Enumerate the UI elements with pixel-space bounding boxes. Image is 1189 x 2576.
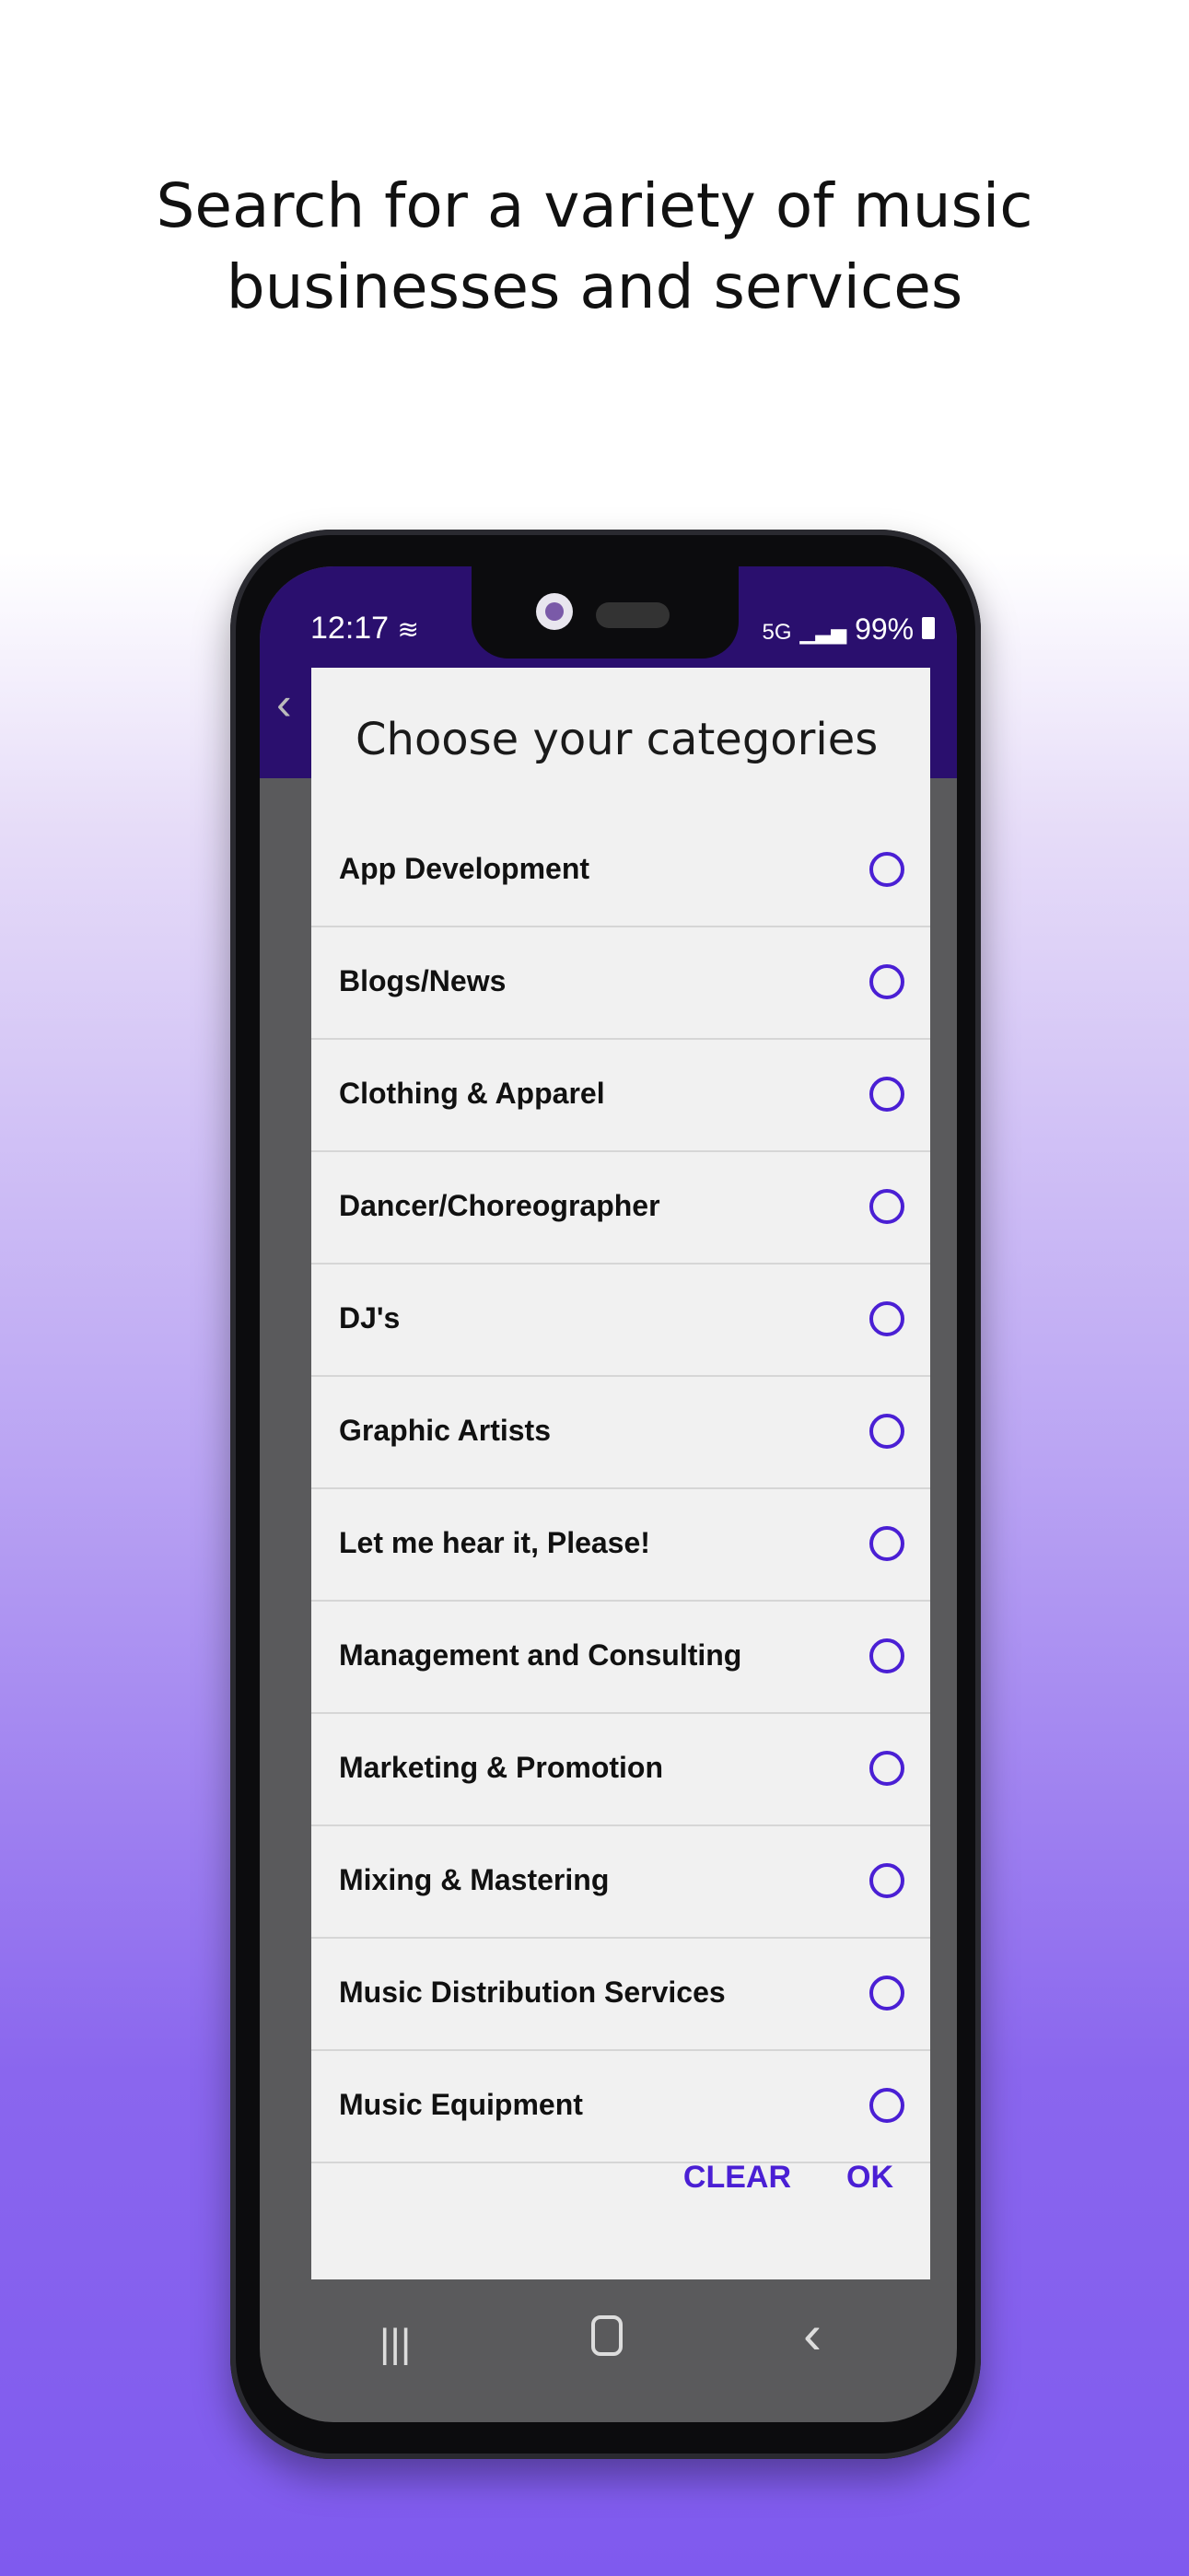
dialog-actions: CLEAR OK — [683, 2160, 893, 2196]
home-icon[interactable] — [591, 2315, 623, 2356]
radio-button[interactable] — [869, 1638, 904, 1673]
headline: Search for a variety of music businesses… — [0, 166, 1189, 328]
status-time: 12:17 — [310, 611, 390, 646]
category-label: Let me hear it, Please! — [339, 1526, 650, 1559]
status-right: 5G ▁▃▅ 99% — [762, 612, 935, 647]
category-item[interactable]: Blogs/News — [311, 927, 930, 1040]
dialog-title: Choose your categories — [356, 714, 879, 765]
camera-notch — [472, 566, 739, 659]
category-item[interactable]: App Development — [311, 815, 930, 927]
navigation-bar: ||| ‹ — [260, 2284, 957, 2422]
category-item[interactable]: Clothing & Apparel — [311, 1040, 930, 1152]
radio-button[interactable] — [869, 1526, 904, 1561]
wifi-icon: ≋ — [397, 615, 420, 644]
category-list: App Development Blogs/News Clothing & Appa… — [311, 815, 930, 2163]
ok-button[interactable]: OK — [846, 2160, 893, 2196]
recent-apps-icon[interactable]: ||| — [379, 2321, 411, 2367]
back-icon[interactable]: ‹ — [803, 2302, 822, 2366]
category-label: Clothing & Apparel — [339, 1077, 605, 1110]
radio-button[interactable] — [869, 2088, 904, 2123]
category-item[interactable]: Marketing & Promotion — [311, 1714, 930, 1826]
category-item[interactable]: Dancer/Choreographer — [311, 1152, 930, 1265]
radio-button[interactable] — [869, 852, 904, 887]
category-label: Dancer/Choreographer — [339, 1189, 660, 1222]
category-label: Graphic Artists — [339, 1414, 551, 1447]
radio-button[interactable] — [869, 1414, 904, 1449]
headline-line-2: businesses and services — [226, 251, 963, 322]
category-item[interactable]: Music Distribution Services — [311, 1939, 930, 2051]
app-back-icon[interactable]: ‹ — [276, 677, 292, 730]
radio-button[interactable] — [869, 1301, 904, 1336]
category-item[interactable]: Management and Consulting — [311, 1602, 930, 1714]
radio-button[interactable] — [869, 1976, 904, 2011]
radio-button[interactable] — [869, 1077, 904, 1112]
category-item[interactable]: Let me hear it, Please! — [311, 1489, 930, 1602]
category-item[interactable]: Mixing & Mastering — [311, 1826, 930, 1939]
phone-screen: ‹ 12:17 ≋ 5G ▁▃▅ 99% Choose your categor… — [260, 566, 957, 2422]
category-label: App Development — [339, 852, 590, 885]
category-label: Mixing & Mastering — [339, 1863, 610, 1896]
category-item[interactable]: DJ's — [311, 1265, 930, 1377]
headline-line-1: Search for a variety of music — [156, 170, 1033, 241]
category-label: Music Equipment — [339, 2088, 583, 2121]
status-left: 12:17 ≋ — [310, 611, 419, 647]
battery-level: 99% — [855, 612, 915, 646]
category-label: Marketing & Promotion — [339, 1751, 664, 1784]
phone-frame: ‹ 12:17 ≋ 5G ▁▃▅ 99% Choose your categor… — [230, 530, 981, 2459]
battery-icon — [922, 617, 935, 639]
category-item[interactable]: Graphic Artists — [311, 1377, 930, 1489]
radio-button[interactable] — [869, 1189, 904, 1224]
category-dialog: Choose your categories App Development Bl… — [311, 668, 930, 2279]
category-label: Blogs/News — [339, 964, 507, 997]
category-label: DJ's — [339, 1301, 401, 1335]
signal-icon: ▁▃▅ — [799, 621, 847, 644]
category-item[interactable]: Music Equipment — [311, 2051, 930, 2163]
category-label: Management and Consulting — [339, 1638, 742, 1672]
radio-button[interactable] — [869, 1863, 904, 1898]
radio-button[interactable] — [869, 964, 904, 999]
radio-button[interactable] — [869, 1751, 904, 1786]
network-type: 5G — [762, 620, 792, 645]
camera-icon — [536, 593, 573, 630]
category-label: Music Distribution Services — [339, 1976, 726, 2009]
clear-button[interactable]: CLEAR — [683, 2160, 791, 2196]
speaker-icon — [596, 602, 670, 628]
